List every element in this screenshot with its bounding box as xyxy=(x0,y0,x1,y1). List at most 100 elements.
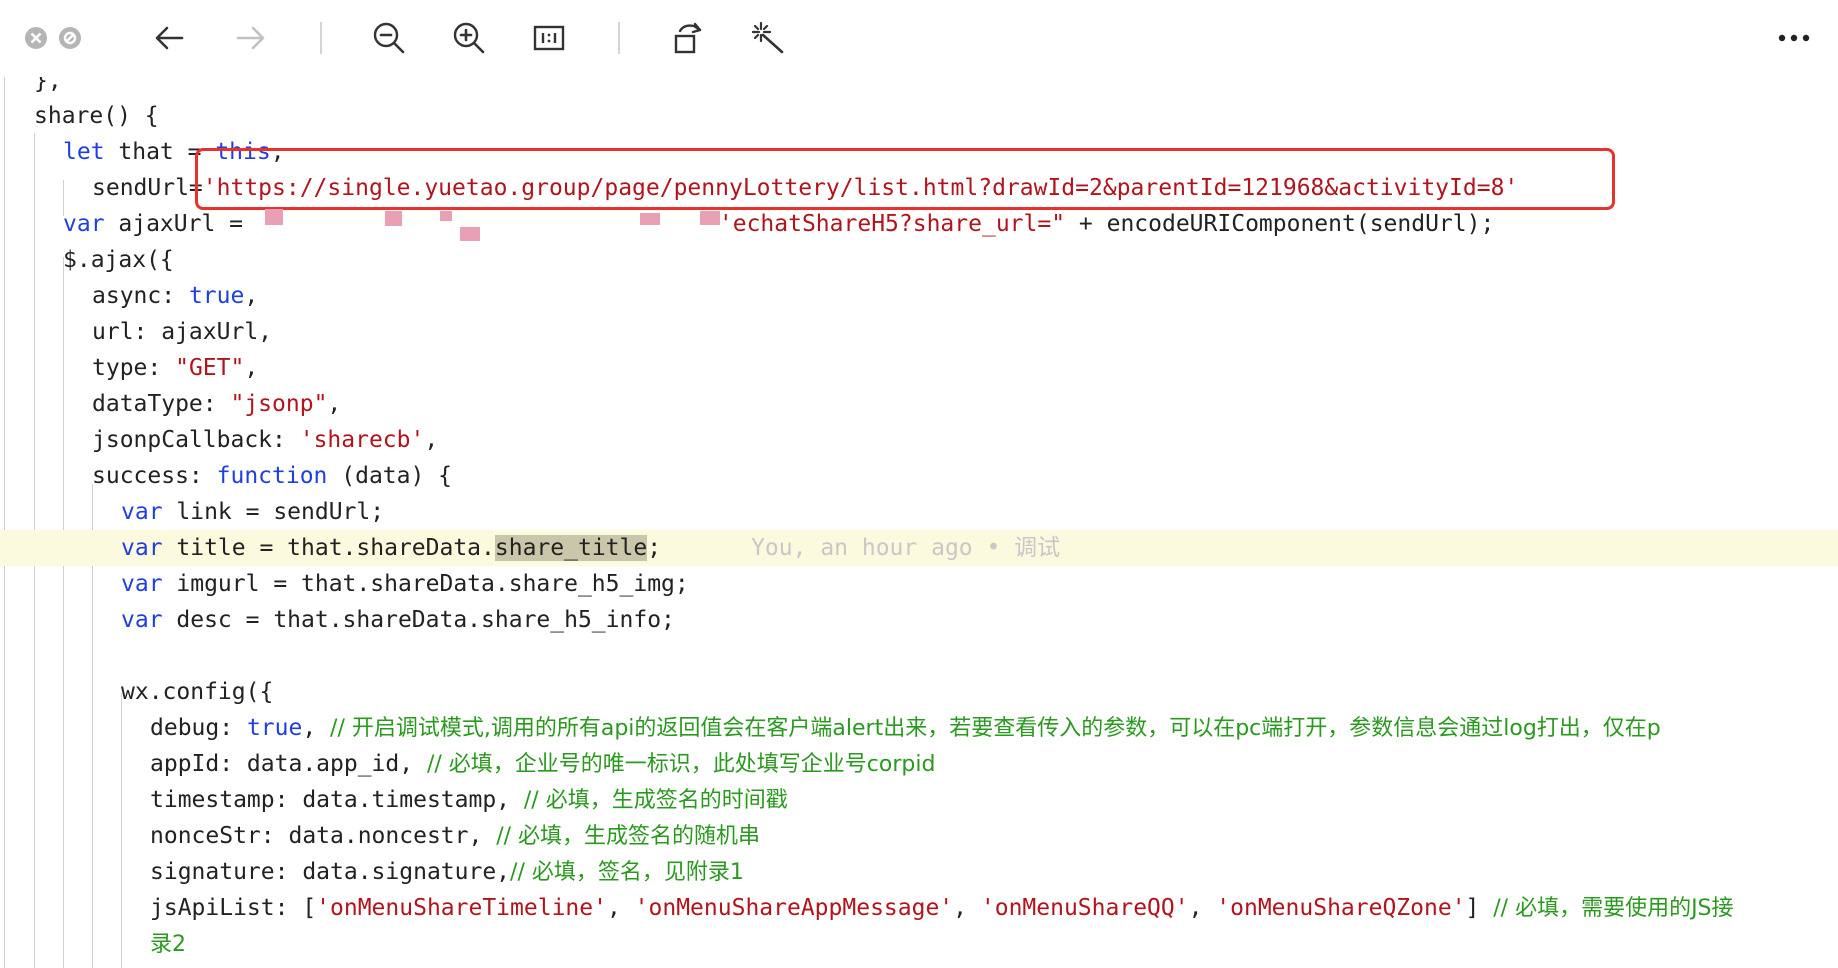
string: 'sharecb' xyxy=(299,427,425,453)
code-text: share() { xyxy=(34,103,159,129)
string: 'onMenuShareAppMessage' xyxy=(634,895,954,921)
keyword: function xyxy=(216,463,328,489)
code-line: share() { xyxy=(0,98,1838,134)
code-text: , xyxy=(244,355,259,381)
comment: 录2 xyxy=(150,932,186,957)
code-line: wx.config({ xyxy=(0,674,1838,710)
code-text: desc = that.shareData.share_h5_info; xyxy=(162,607,675,633)
string: 'echatShareH5?share_url=" xyxy=(718,211,1066,237)
keyword: var xyxy=(121,499,163,525)
code-line: jsonpCallback: 'sharecb', xyxy=(0,422,1838,458)
redaction xyxy=(385,211,402,226)
keyword: true xyxy=(246,715,303,741)
selected-word: share_title xyxy=(494,535,648,561)
git-blame-annotation: You, an hour ago • 调试 xyxy=(751,535,1061,561)
code-text: signature: data.signature, xyxy=(150,859,511,885)
redaction xyxy=(640,213,660,225)
viewer-toolbar xyxy=(0,0,1838,77)
code-line: jsApiList: ['onMenuShareTimeline', 'onMe… xyxy=(0,890,1838,926)
code-line: signature: data.signature,// 必填，签名，见附录1 xyxy=(0,854,1838,890)
comment: // 必填，企业号的唯一标识，此处填写企业号corpid xyxy=(426,752,936,777)
code-text: , xyxy=(424,427,439,453)
code-text: async: xyxy=(92,283,189,309)
actual-size-icon[interactable] xyxy=(531,20,567,56)
code-text: }, xyxy=(34,77,62,94)
code-text: type: xyxy=(92,355,176,381)
keyword: let xyxy=(63,139,105,165)
comment: // 必填，签名，见附录1 xyxy=(510,860,744,885)
code-text: (data) { xyxy=(327,463,453,489)
code-line: var desc = that.shareData.share_h5_info; xyxy=(0,602,1838,638)
keyword: var xyxy=(121,571,163,597)
code-text: jsApiList: [ xyxy=(150,895,317,921)
code-line: }, xyxy=(0,77,1838,99)
code-text: url: ajaxUrl, xyxy=(92,319,273,345)
code-text: $.ajax({ xyxy=(63,247,174,273)
code-line: dataType: "jsonp", xyxy=(0,386,1838,422)
code-text: + encodeURIComponent(sendUrl); xyxy=(1065,211,1495,237)
close-icon[interactable] xyxy=(18,20,54,56)
code-line: var link = sendUrl; xyxy=(0,494,1838,530)
code-text: title = that.shareData. xyxy=(162,535,495,561)
string: "GET" xyxy=(175,355,245,381)
code-text: dataType: xyxy=(92,391,231,417)
code-text: link = sendUrl; xyxy=(162,499,385,525)
back-arrow-icon[interactable] xyxy=(152,20,188,56)
code-text: , xyxy=(953,895,981,921)
code-line: type: "GET", xyxy=(0,350,1838,386)
comment: // 必填，需要使用的JS接 xyxy=(1493,896,1734,921)
code-editor: }, share() { let that = this, sendUrl='h… xyxy=(0,77,1838,968)
redaction xyxy=(440,211,452,221)
comment: // 必填，生成签名的时间戳 xyxy=(523,788,788,813)
code-text: , xyxy=(327,391,342,417)
code-text: ; xyxy=(647,535,662,561)
code-text: wx.config({ xyxy=(121,679,274,705)
code-text: , xyxy=(606,895,635,921)
code-line: appId: data.app_id, // 必填，企业号的唯一标识，此处填写企… xyxy=(0,746,1838,782)
code-line: 录2 xyxy=(0,926,1838,962)
keyword: true xyxy=(188,283,245,309)
code-text: debug: xyxy=(150,715,247,741)
string: "jsonp" xyxy=(230,391,328,417)
more-icon[interactable] xyxy=(1776,20,1812,56)
code-text: , xyxy=(302,715,331,741)
comment: // 开启调试模式,调用的所有api的返回值会在客户端alert出来，若要查看传… xyxy=(330,716,1661,741)
code-text: , xyxy=(244,283,259,309)
code-text: jsonpCallback: xyxy=(92,427,300,453)
code-text: imgurl = that.shareData.share_h5_img; xyxy=(162,571,689,597)
string: 'onMenuShareTimeline' xyxy=(316,895,607,921)
code-line: async: true, xyxy=(0,278,1838,314)
keyword: var xyxy=(121,535,163,561)
code-text: appId: data.app_id, xyxy=(150,751,427,777)
active-code-line: var title = that.shareData.share_title; Y… xyxy=(0,530,1838,566)
zoom-out-icon[interactable] xyxy=(371,20,407,56)
code-text: nonceStr: data.noncestr, xyxy=(150,823,497,849)
code-line: nonceStr: data.noncestr, // 必填，生成签名的随机串 xyxy=(0,818,1838,854)
zoom-in-icon[interactable] xyxy=(451,20,487,56)
toolbar-separator xyxy=(320,22,322,54)
redaction xyxy=(265,209,283,225)
code-text: ] xyxy=(1465,895,1494,921)
code-line: debug: true, // 开启调试模式,调用的所有api的返回值会在客户端… xyxy=(0,710,1838,746)
string: 'onMenuShareQZone' xyxy=(1216,895,1466,921)
code-text: success: xyxy=(92,463,217,489)
rotate-icon[interactable] xyxy=(670,20,706,56)
magic-wand-icon[interactable] xyxy=(750,20,786,56)
keyword: var xyxy=(121,607,163,633)
code-line: var imgurl = that.shareData.share_h5_img… xyxy=(0,566,1838,602)
redaction xyxy=(700,211,720,225)
comment: // 必填，生成签名的随机串 xyxy=(496,824,761,849)
keyword: var xyxy=(63,211,105,237)
code-text: timestamp: data.timestamp, xyxy=(150,787,524,813)
code-line: $.ajax({ xyxy=(0,242,1838,278)
string: 'onMenuShareQQ' xyxy=(980,895,1189,921)
minimize-icon[interactable] xyxy=(52,20,88,56)
code-line: url: ajaxUrl, xyxy=(0,314,1838,350)
highlight-box xyxy=(195,148,1615,210)
code-text: , xyxy=(1188,895,1217,921)
code-text: sendUrl= xyxy=(92,175,203,201)
code-text: ajaxUrl = xyxy=(104,211,257,237)
forward-arrow-icon[interactable] xyxy=(232,20,268,56)
redaction xyxy=(460,227,480,241)
toolbar-separator xyxy=(618,22,620,54)
